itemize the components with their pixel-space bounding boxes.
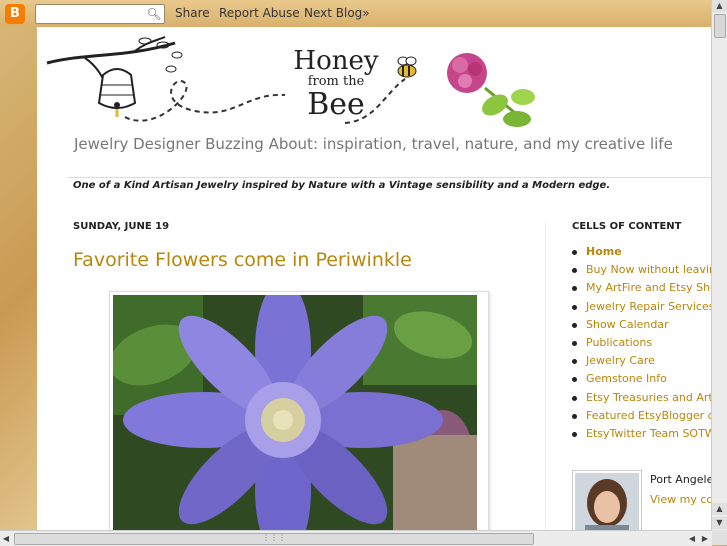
view-profile-link[interactable]: View my com — [650, 493, 712, 506]
post-date: SUNDAY, JUNE 19 — [73, 221, 170, 232]
share-link[interactable]: Share — [175, 6, 210, 20]
sidebar-item-buy-now[interactable]: Buy Now without leaving D — [572, 263, 712, 281]
blog-description: Jewelry Designer Buzzing About: inspirat… — [74, 135, 673, 153]
sidebar-title: CELLS OF CONTENT — [572, 221, 682, 232]
scroll-left-small-icon[interactable]: ◀ — [686, 531, 698, 546]
clematis-photo — [109, 280, 477, 530]
blogger-logo-icon[interactable]: B — [5, 4, 25, 24]
vertical-scroll-thumb[interactable] — [714, 14, 726, 38]
header-divider — [67, 177, 712, 178]
scroll-up-icon[interactable]: ▲ — [712, 0, 727, 12]
sidebar-item-shops[interactable]: My ArtFire and Etsy Shops — [572, 281, 712, 299]
avatar[interactable] — [572, 470, 642, 530]
horizontal-scrollbar[interactable]: ◀ ⋮⋮⋮ ◀ ▶ — [0, 530, 712, 546]
sidebar-item-featured-blogger[interactable]: Featured EtsyBlogger of th — [572, 409, 712, 427]
blog-tagline: One of a Kind Artisan Jewelry inspired b… — [73, 180, 611, 191]
sidebar-item-treasuries[interactable]: Etsy Treasuries and ArtFir — [572, 391, 712, 409]
next-blog-link[interactable]: Next Blog» — [304, 6, 370, 20]
vertical-scrollbar[interactable]: ▲ ▲ ▼ — [711, 0, 727, 530]
post-image-flower[interactable] — [109, 280, 489, 530]
post-title-link[interactable]: Favorite Flowers come in Periwinkle — [73, 249, 412, 271]
profile-location: Port Angeles — [650, 473, 712, 486]
sidebar-item-jewelry-care[interactable]: Jewelry Care — [572, 354, 712, 372]
blog-title-line1: Honey — [293, 46, 379, 76]
search-icon[interactable]: 🔍︎ — [144, 4, 165, 24]
search-input[interactable] — [35, 4, 155, 24]
scroll-grip-icon: ⋮⋮⋮ — [262, 533, 286, 542]
sidebar-separator — [545, 223, 546, 530]
sidebar-item-show-calendar[interactable]: Show Calendar — [572, 318, 712, 336]
sidebar-item-sotw[interactable]: EtsyTwitter Team SOTW — [572, 427, 712, 445]
blog-title-line3: Bee — [307, 87, 365, 122]
sidebar-item-home[interactable]: Home — [572, 245, 712, 263]
scrollbar-corner — [712, 530, 727, 545]
report-abuse-link[interactable]: Report Abuse — [219, 6, 300, 20]
sidebar-pages-list: Home Buy Now without leaving D My ArtFir… — [572, 245, 712, 445]
scroll-right-icon[interactable]: ▶ — [699, 531, 711, 546]
blog-title[interactable]: Honey from the Bee — [271, 47, 401, 129]
scroll-up-small-icon[interactable]: ▲ — [712, 503, 727, 515]
profile-photo — [575, 473, 639, 530]
blog-page: Honey from the Bee Jewelry Designer Buzz… — [37, 27, 712, 530]
sidebar-item-repair[interactable]: Jewelry Repair Services — [572, 300, 712, 318]
sidebar-item-publications[interactable]: Publications — [572, 336, 712, 354]
sidebar-item-gemstone-info[interactable]: Gemstone Info — [572, 372, 712, 390]
blogger-navbar: B 🔍︎ Share Report Abuse Next Blog» — [0, 0, 727, 27]
scroll-down-icon[interactable]: ▼ — [712, 517, 727, 529]
blog-header[interactable]: Honey from the Bee — [45, 33, 605, 128]
scroll-left-icon[interactable]: ◀ — [0, 531, 12, 546]
